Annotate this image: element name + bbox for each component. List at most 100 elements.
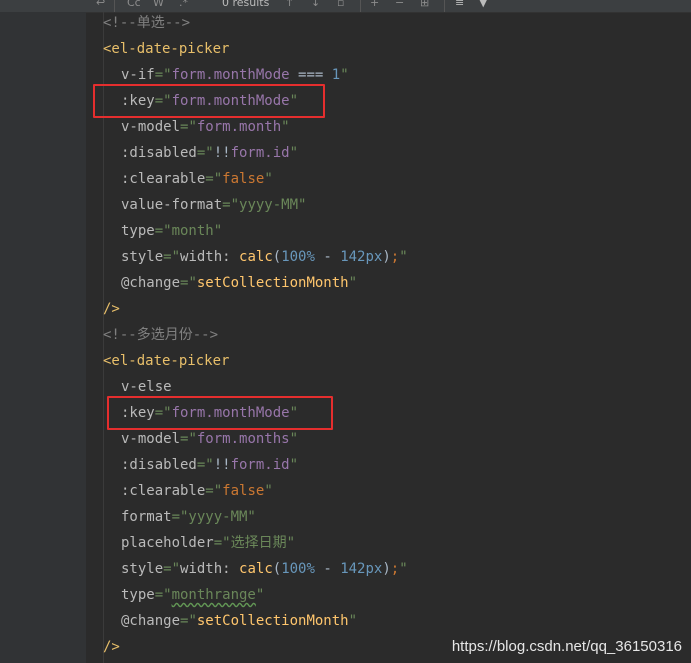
code-token: :clearable bbox=[121, 171, 206, 187]
code-line[interactable]: <!--单选--> bbox=[103, 10, 190, 36]
code-line[interactable]: <!--多选月份--> bbox=[103, 322, 218, 348]
code-token: === bbox=[289, 67, 332, 83]
remove-occurrence-icon[interactable]: − bbox=[395, 0, 404, 9]
code-token: v-if bbox=[121, 67, 155, 83]
code-line[interactable]: :disabled="!!form.id" bbox=[121, 140, 298, 166]
code-token: setCollectionMonth bbox=[196, 275, 349, 291]
next-occurrence-icon[interactable]: ↓ bbox=[311, 0, 320, 9]
code-line[interactable]: type="month" bbox=[121, 218, 222, 244]
code-token: type bbox=[121, 223, 155, 239]
code-token: =" bbox=[163, 561, 181, 577]
code-line[interactable]: :disabled="!!form.id" bbox=[121, 452, 298, 478]
code-token: <!--多选月份--> bbox=[103, 327, 219, 343]
code-token: " bbox=[348, 275, 358, 291]
code-line[interactable]: :clearable="false" bbox=[121, 166, 273, 192]
code-token: 100% bbox=[281, 561, 315, 577]
code-token: !! bbox=[213, 457, 231, 473]
add-occurrence-icon[interactable]: + bbox=[370, 0, 379, 9]
whole-words-toggle[interactable]: W bbox=[153, 0, 164, 9]
code-token: <el-date-picker bbox=[103, 41, 230, 57]
match-case-toggle[interactable]: Cc bbox=[127, 0, 141, 9]
code-token: " bbox=[264, 483, 273, 499]
code-token: calc bbox=[239, 249, 273, 265]
code-token: " bbox=[255, 587, 265, 603]
code-token: :clearable bbox=[121, 483, 206, 499]
code-token: v-model bbox=[121, 431, 181, 447]
code-line[interactable]: value-format="yyyy-MM" bbox=[121, 192, 306, 218]
code-token: 1 bbox=[331, 67, 341, 83]
code-token: ( bbox=[272, 561, 282, 577]
code-token: style bbox=[121, 561, 164, 577]
code-token: ( bbox=[272, 249, 282, 265]
code-token: " bbox=[340, 67, 349, 83]
code-token: 142px bbox=[340, 561, 383, 577]
code-token: width: bbox=[180, 249, 240, 265]
code-token: /> bbox=[103, 639, 120, 655]
code-token: false bbox=[222, 483, 265, 499]
select-all-occurrences-icon[interactable]: ▫ bbox=[337, 0, 344, 9]
code-editor[interactable]: <!--单选--> <el-date-picker v-if="form.month… bbox=[0, 12, 691, 663]
code-token: value-format bbox=[121, 197, 223, 213]
search-results-count: 0 results bbox=[222, 0, 270, 9]
code-token: " bbox=[348, 613, 358, 629]
code-line[interactable]: type="monthrange" bbox=[121, 582, 264, 608]
code-line[interactable]: :clearable="false" bbox=[121, 478, 273, 504]
code-line[interactable]: @change="setCollectionMonth" bbox=[121, 608, 357, 634]
code-token: placeholder bbox=[121, 535, 214, 551]
code-token: monthrange bbox=[171, 587, 256, 603]
highlight-box bbox=[107, 396, 333, 430]
code-line[interactable]: /> bbox=[103, 634, 120, 660]
code-token: !! bbox=[213, 145, 231, 161]
highlight-box bbox=[93, 84, 325, 118]
code-token: calc bbox=[239, 561, 273, 577]
code-token: =" bbox=[196, 457, 214, 473]
code-line[interactable]: @change="setCollectionMonth" bbox=[121, 270, 357, 296]
code-token: form.id bbox=[230, 145, 290, 161]
code-token: :disabled bbox=[121, 145, 197, 161]
code-token: type bbox=[121, 587, 155, 603]
select-all-icon[interactable]: ⊞ bbox=[420, 0, 429, 9]
code-token: " bbox=[399, 561, 408, 577]
code-token: 142px bbox=[340, 249, 383, 265]
code-token: <el-date-picker bbox=[103, 353, 230, 369]
code-token: width: bbox=[180, 561, 240, 577]
code-token: ="yyyy-MM" bbox=[222, 197, 307, 213]
code-token: ="yyyy-MM" bbox=[171, 509, 256, 525]
code-token: =" bbox=[205, 483, 223, 499]
code-token: =" bbox=[180, 613, 197, 629]
code-token: setCollectionMonth bbox=[196, 613, 349, 629]
code-token: ; bbox=[390, 561, 400, 577]
code-line[interactable]: style="width: calc(100% - 142px);" bbox=[121, 244, 408, 270]
code-token: =" bbox=[205, 171, 223, 187]
code-token: =" bbox=[154, 67, 172, 83]
code-token: =" bbox=[180, 275, 197, 291]
code-token: @change bbox=[121, 613, 181, 629]
line-gutter bbox=[0, 12, 86, 663]
filter-settings-icon[interactable]: ≡ bbox=[455, 0, 464, 9]
code-line[interactable]: <el-date-picker bbox=[103, 36, 229, 62]
code-line[interactable]: style="width: calc(100% - 142px);" bbox=[121, 556, 408, 582]
code-token: form.id bbox=[230, 457, 290, 473]
code-token: =" bbox=[163, 249, 181, 265]
find-bar-divider bbox=[360, 0, 361, 12]
code-token: " bbox=[264, 171, 273, 187]
code-line[interactable]: /> bbox=[103, 296, 120, 322]
code-token: form.months bbox=[196, 431, 290, 447]
code-token: <!--单选--> bbox=[103, 15, 191, 31]
code-token: " bbox=[289, 457, 299, 473]
code-token: ) bbox=[382, 249, 391, 265]
code-token: form.month bbox=[196, 119, 282, 135]
regex-toggle[interactable]: .* bbox=[179, 0, 188, 9]
code-token: :disabled bbox=[121, 457, 197, 473]
code-token: /> bbox=[103, 301, 120, 317]
code-token: 100% bbox=[281, 249, 315, 265]
code-line[interactable]: placeholder="选择日期" bbox=[121, 530, 295, 556]
previous-occurrence-icon[interactable]: ↑ bbox=[285, 0, 294, 9]
code-token: =" bbox=[196, 145, 214, 161]
code-token: " bbox=[399, 249, 408, 265]
enter-icon[interactable]: ↩ bbox=[96, 0, 105, 9]
code-line[interactable]: <el-date-picker bbox=[103, 348, 229, 374]
code-token: ) bbox=[382, 561, 391, 577]
code-line[interactable]: format="yyyy-MM" bbox=[121, 504, 256, 530]
filter-icon[interactable]: ▼ bbox=[479, 0, 487, 9]
